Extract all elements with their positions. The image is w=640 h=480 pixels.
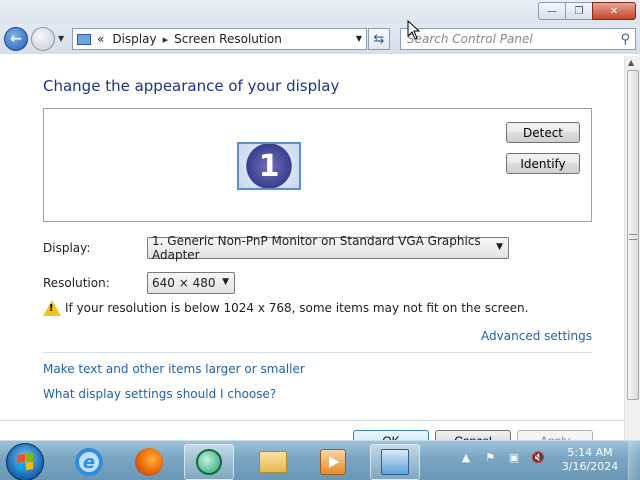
network-icon[interactable]: ▣ xyxy=(506,451,522,464)
title-bar: — ❐ ✕ xyxy=(0,0,640,24)
firefox-icon xyxy=(135,448,163,476)
taskbar-app-globe[interactable] xyxy=(184,444,234,480)
identify-button[interactable]: Identify xyxy=(506,153,580,174)
display-select-value: 1. Generic Non-PnP Monitor on Standard V… xyxy=(152,234,481,262)
chevron-down-icon: ▼ xyxy=(496,242,503,252)
system-tray: ▲ ⚑ ▣ 🔇 xyxy=(458,451,546,464)
cancel-button[interactable]: Cancel xyxy=(435,430,511,440)
display-label: Display: xyxy=(43,241,91,255)
media-player-icon xyxy=(320,449,346,475)
main-content: Change the appearance of your display 1 … xyxy=(0,56,624,440)
taskbar-firefox[interactable] xyxy=(124,444,174,480)
taskbar-windows-explorer[interactable] xyxy=(248,444,298,480)
address-bar[interactable]: « Display ▸ Screen Resolution ▼ xyxy=(72,28,367,50)
windows-explorer-icon xyxy=(259,451,287,473)
minimize-button[interactable]: — xyxy=(538,2,566,20)
internet-explorer-icon: e xyxy=(75,448,103,476)
page-title: Change the appearance of your display xyxy=(43,77,340,95)
search-box[interactable]: ⚲ xyxy=(400,28,636,50)
vertical-scrollbar[interactable]: ▲ xyxy=(624,56,640,440)
resolution-select-value: 640 × 480 xyxy=(152,276,216,290)
window-controls: — ❐ ✕ xyxy=(538,2,636,20)
breadcrumb-display[interactable]: Display xyxy=(112,32,156,46)
resolution-select[interactable]: 640 × 480 ▼ xyxy=(147,272,235,294)
breadcrumb-separator-icon[interactable]: ▸ xyxy=(163,33,169,46)
maximize-button[interactable]: ❐ xyxy=(565,2,593,20)
scrollbar-grip-icon xyxy=(629,234,637,240)
resolution-warning: ! If your resolution is below 1024 x 768… xyxy=(43,300,528,316)
taskbar: e ▲ ⚑ ▣ 🔇 5:14 AM 3/16/2024 xyxy=(0,440,640,480)
back-button[interactable]: ← xyxy=(4,27,28,51)
resolution-label: Resolution: xyxy=(43,276,110,290)
monitor-number: 1 xyxy=(258,148,280,184)
divider xyxy=(0,420,624,421)
taskbar-control-panel[interactable] xyxy=(370,444,420,480)
ok-button[interactable]: OK xyxy=(353,430,429,440)
display-help-link[interactable]: What display settings should I choose? xyxy=(43,387,276,401)
detect-button[interactable]: Detect xyxy=(506,122,580,143)
start-button[interactable] xyxy=(6,443,44,480)
control-panel-icon xyxy=(381,449,409,475)
navigation-bar: ← ▼ « Display ▸ Screen Resolution ▼ ⇆ ⚲ xyxy=(0,24,640,54)
clock-time: 5:14 AM xyxy=(567,446,613,459)
volume-muted-icon[interactable]: 🔇 xyxy=(530,451,546,464)
action-center-flag-icon[interactable]: ⚑ xyxy=(482,451,498,464)
text-size-link[interactable]: Make text and other items larger or smal… xyxy=(43,362,305,376)
show-hidden-icons-icon[interactable]: ▲ xyxy=(458,451,474,464)
monitor-1-icon[interactable]: 1 xyxy=(237,142,301,190)
address-dropdown-icon[interactable]: ▼ xyxy=(356,34,362,43)
warning-text: If your resolution is below 1024 x 768, … xyxy=(65,301,529,315)
display-select[interactable]: 1. Generic Non-PnP Monitor on Standard V… xyxy=(147,234,509,262)
breadcrumb-overflow[interactable]: « xyxy=(97,32,104,46)
advanced-settings-link[interactable]: Advanced settings xyxy=(481,329,592,343)
taskbar-media-player[interactable] xyxy=(308,444,358,480)
show-desktop-button[interactable] xyxy=(628,441,640,480)
app-globe-icon xyxy=(196,449,222,475)
search-input[interactable] xyxy=(407,32,607,46)
chevron-down-icon: ▼ xyxy=(222,277,229,287)
apply-button[interactable]: Apply xyxy=(517,430,593,440)
clock[interactable]: 5:14 AM 3/16/2024 xyxy=(560,446,620,474)
warning-icon: ! xyxy=(43,300,61,316)
breadcrumb-screen-resolution[interactable]: Screen Resolution xyxy=(174,32,282,46)
recent-pages-dropdown[interactable]: ▼ xyxy=(58,34,64,43)
close-button[interactable]: ✕ xyxy=(592,2,636,20)
forward-button[interactable] xyxy=(31,27,55,51)
windows-logo-icon xyxy=(17,453,33,471)
monitor-preview-panel: 1 Detect Identify xyxy=(43,108,592,222)
display-icon xyxy=(77,33,91,45)
taskbar-internet-explorer[interactable]: e xyxy=(64,444,114,480)
divider xyxy=(43,352,592,353)
search-icon[interactable]: ⚲ xyxy=(620,32,630,47)
clock-date: 3/16/2024 xyxy=(561,460,619,473)
refresh-button[interactable]: ⇆ xyxy=(368,28,390,50)
scroll-up-icon[interactable]: ▲ xyxy=(628,58,634,67)
